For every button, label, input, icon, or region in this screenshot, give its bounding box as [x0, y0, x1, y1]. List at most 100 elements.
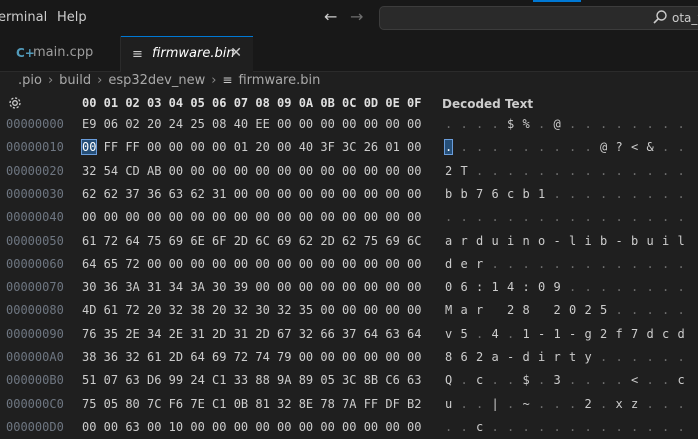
decoded-char[interactable]: . [678, 303, 685, 317]
decoded-char[interactable]: . [538, 420, 545, 434]
hex-byte[interactable]: 63 [125, 373, 139, 387]
hex-byte[interactable]: 38 [82, 350, 96, 364]
hex-byte[interactable]: 00 [385, 164, 399, 178]
hex-byte[interactable]: 00 [320, 280, 334, 294]
decoded-char[interactable]: . [476, 164, 483, 178]
hex-byte[interactable]: 00 [320, 420, 334, 434]
decoded-char[interactable]: - [554, 234, 561, 248]
decoded-char[interactable]: < [631, 140, 638, 154]
hex-byte[interactable]: 66 [320, 327, 334, 341]
hex-byte[interactable]: 7A [342, 397, 356, 411]
hex-byte[interactable]: 31 [234, 327, 248, 341]
hex-byte[interactable]: FF [125, 140, 139, 154]
decoded-char[interactable]: : [523, 280, 530, 294]
decoded-char[interactable]: @ [600, 140, 607, 154]
decoded-char[interactable]: . [492, 373, 499, 387]
hex-byte[interactable]: 72 [125, 257, 139, 271]
decoded-char[interactable]: . [569, 187, 576, 201]
decoded-char[interactable]: . [538, 397, 545, 411]
hex-byte[interactable]: 34 [169, 280, 183, 294]
hex-byte[interactable]: 00 [255, 257, 269, 271]
decoded-char[interactable]: 8 [523, 303, 530, 317]
decoded-char[interactable]: . [492, 140, 499, 154]
hex-byte[interactable]: 00 [277, 257, 291, 271]
hex-byte[interactable]: 00 [385, 117, 399, 131]
decoded-char[interactable]: . [523, 257, 530, 271]
decoded-char[interactable]: d [476, 234, 483, 248]
hex-byte[interactable]: 00 [234, 164, 248, 178]
decoded-char[interactable]: . [445, 210, 452, 224]
decoded-char[interactable]: . [616, 350, 623, 364]
decoded-char[interactable]: 2 [585, 397, 592, 411]
hex-byte[interactable]: 00 [364, 303, 378, 317]
hex-byte[interactable]: 79 [277, 350, 291, 364]
decoded-char[interactable]: . [616, 117, 623, 131]
decoded-char[interactable]: . [647, 420, 654, 434]
hex-byte[interactable]: 78 [320, 397, 334, 411]
decoded-char[interactable]: . [616, 187, 623, 201]
decoded-char[interactable]: r [476, 257, 483, 271]
hex-byte[interactable]: 00 [147, 210, 161, 224]
decoded-char[interactable]: c [476, 373, 483, 387]
decoded-char[interactable]: . [569, 117, 576, 131]
hex-byte[interactable]: 00 [342, 420, 356, 434]
hex-byte[interactable]: 00 [104, 210, 118, 224]
hex-byte[interactable]: FF [364, 397, 378, 411]
hex-byte[interactable]: 33 [234, 373, 248, 387]
hex-byte[interactable]: 05 [320, 373, 334, 387]
breadcrumb-item[interactable]: esp32dev_new [108, 73, 205, 88]
hex-byte[interactable]: 00 [342, 350, 356, 364]
hex-byte[interactable]: 00 [277, 117, 291, 131]
hex-byte[interactable]: 75 [364, 234, 378, 248]
hex-byte[interactable]: 06 [104, 117, 118, 131]
decoded-char[interactable]: . [647, 397, 654, 411]
hex-byte[interactable]: 6E [190, 234, 204, 248]
decoded-char[interactable]: . [461, 373, 468, 387]
hex-byte[interactable]: 2D [212, 327, 226, 341]
hex-byte[interactable]: B2 [407, 397, 421, 411]
hex-byte[interactable]: 00 [320, 187, 334, 201]
decoded-char[interactable]: b [461, 187, 468, 201]
decoded-char[interactable]: . [538, 373, 545, 387]
hex-byte[interactable]: 2D [320, 234, 334, 248]
hex-byte[interactable]: 00 [299, 210, 313, 224]
hex-byte[interactable]: 00 [190, 420, 204, 434]
hex-byte[interactable]: 64 [190, 350, 204, 364]
hex-byte[interactable]: 35 [299, 303, 313, 317]
hex-byte[interactable]: CD [125, 164, 139, 178]
decoded-char[interactable]: . [678, 164, 685, 178]
decoded-char[interactable]: . [616, 420, 623, 434]
hex-byte[interactable]: 00 [320, 350, 334, 364]
hex-byte[interactable]: 76 [82, 327, 96, 341]
decoded-char[interactable]: . [600, 280, 607, 294]
decoded-char[interactable]: . [631, 350, 638, 364]
hex-byte[interactable]: 10 [169, 420, 183, 434]
hex-byte[interactable]: 3F [320, 140, 334, 154]
hex-byte[interactable]: 20 [212, 303, 226, 317]
hex-byte[interactable]: 00 [169, 140, 183, 154]
decoded-char[interactable]: l [678, 234, 685, 248]
decoded-char[interactable]: 2 [600, 327, 607, 341]
hex-byte[interactable]: 00 [407, 187, 421, 201]
hex-byte[interactable]: 62 [104, 187, 118, 201]
decoded-char[interactable]: . [600, 187, 607, 201]
decoded-char[interactable]: . [678, 187, 685, 201]
hex-byte[interactable]: 00 [364, 210, 378, 224]
hex-byte[interactable]: 00 [342, 164, 356, 178]
decoded-char[interactable]: . [523, 420, 530, 434]
decoded-char[interactable]: 3 [554, 373, 561, 387]
tab-main-cpp[interactable]: C+ main.cpp [0, 36, 121, 71]
decoded-char[interactable]: . [569, 210, 576, 224]
decoded-char[interactable]: $ [507, 117, 514, 131]
decoded-char[interactable]: b [631, 234, 638, 248]
decoded-char[interactable]: . [616, 164, 623, 178]
decoded-char[interactable]: . [678, 420, 685, 434]
hex-byte[interactable]: 00 [299, 420, 313, 434]
hex-byte[interactable]: 00 [407, 257, 421, 271]
decoded-char[interactable]: . [662, 350, 669, 364]
decoded-char[interactable]: ~ [523, 397, 530, 411]
decoded-char[interactable]: . [507, 210, 514, 224]
decoded-char[interactable]: 4 [507, 280, 514, 294]
hex-byte[interactable]: 64 [82, 257, 96, 271]
decoded-char[interactable]: . [476, 397, 483, 411]
